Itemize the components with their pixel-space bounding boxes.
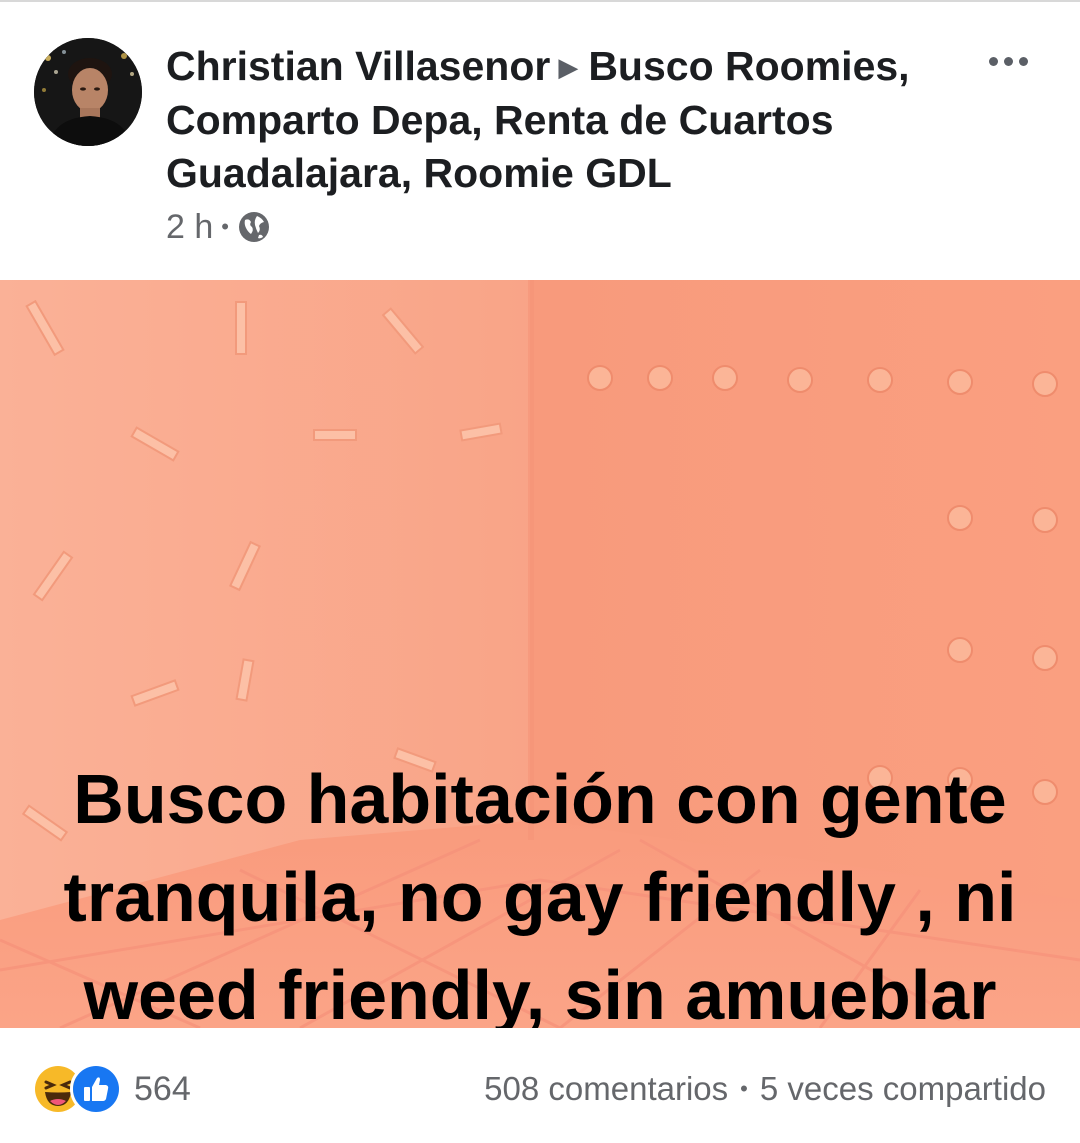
post-stats: 508 comentarios • 5 veces compartido bbox=[484, 1070, 1046, 1108]
shares-count[interactable]: 5 veces compartido bbox=[760, 1070, 1046, 1108]
more-options-icon bbox=[988, 56, 998, 66]
post-title: Christian Villasenor ▶ Busco Roomies, Comp… bbox=[166, 40, 966, 200]
author-avatar[interactable] bbox=[34, 38, 142, 146]
post-meta: 2 h • bbox=[166, 206, 271, 248]
post-time[interactable]: 2 h bbox=[166, 208, 213, 247]
arrow-right-icon: ▶ bbox=[558, 52, 579, 82]
reactions-summary[interactable]: 564 bbox=[32, 1063, 191, 1115]
stats-separator: • bbox=[740, 1076, 748, 1101]
meta-separator: • bbox=[221, 214, 229, 239]
more-options-button[interactable] bbox=[978, 46, 1038, 76]
globe-icon[interactable] bbox=[237, 210, 271, 244]
more-options-dot bbox=[1018, 56, 1028, 66]
like-icon bbox=[70, 1063, 122, 1115]
reaction-count[interactable]: 564 bbox=[134, 1070, 191, 1109]
post-body-text: Busco habitación con gente tranquila, no… bbox=[63, 760, 1017, 1028]
more-options-dot bbox=[1003, 56, 1013, 66]
post-header: Christian Villasenor ▶ Busco Roomies, Comp… bbox=[0, 2, 1080, 280]
post-footer: 564 508 comentarios • 5 veces compartido bbox=[0, 1028, 1080, 1143]
post-image[interactable]: Busco habitación con gente tranquila, no… bbox=[0, 280, 1080, 1028]
comments-count[interactable]: 508 comentarios bbox=[484, 1070, 728, 1108]
author-name[interactable]: Christian Villasenor bbox=[166, 43, 550, 89]
